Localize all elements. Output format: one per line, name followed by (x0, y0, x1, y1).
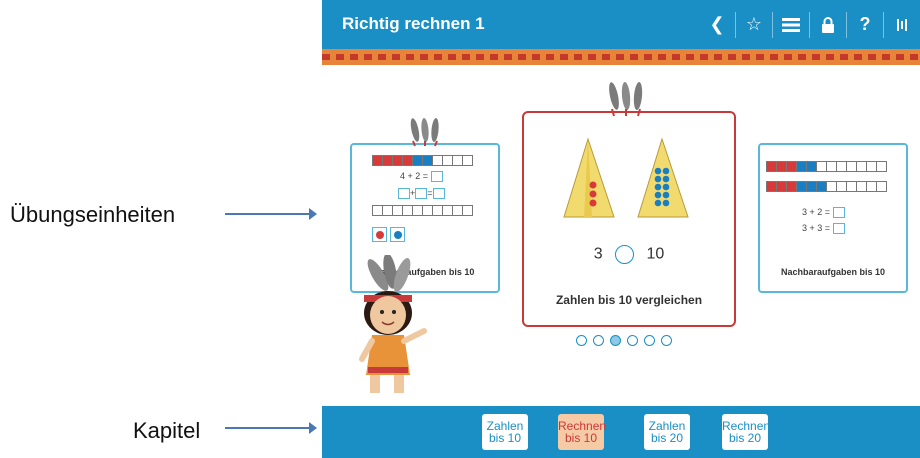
chapter-line2: bis 10 (488, 431, 522, 445)
card-label-center: Zahlen bis 10 vergleichen (555, 293, 703, 307)
back-icon[interactable]: ❮ (699, 0, 735, 49)
app-window: Richtig rechnen 1 ❮ ☆ ? 4 + 2 = + = Taus… (322, 0, 920, 458)
toolbar: ❮ ☆ ? (699, 0, 920, 49)
chapter-bar: Zahlen bis 10 Rechnen bis 10 Zahlen bis … (322, 406, 920, 458)
exercise-area: 4 + 2 = + = Tauschaufgaben bis 10 3 10 Z… (322, 65, 920, 406)
app-title: Richtig rechnen 1 (342, 14, 485, 33)
tipi-illustration-icon (563, 137, 689, 218)
chapter-line2: bis 20 (650, 431, 684, 445)
feathers-icon (410, 118, 439, 147)
counter-chips (372, 227, 405, 242)
page-dot[interactable] (593, 335, 604, 346)
annotation-chapter: Kapitel (133, 418, 201, 443)
right-number: 10 (646, 245, 665, 263)
chapter-line2: bis 10 (564, 431, 598, 445)
equation-left: 4 + 2 = (400, 171, 443, 183)
equation-empty: + = (398, 188, 445, 200)
chapter-button-rechnen-bis-10[interactable]: Rechnen bis 10 (558, 414, 606, 450)
page-dot[interactable] (661, 335, 672, 346)
exercise-card-right[interactable]: 3 + 2 = 3 + 3 = Nachbaraufgaben bis 10 (758, 143, 908, 293)
mascot-character-icon (359, 255, 427, 393)
counting-rack-1 (766, 161, 887, 172)
counting-rack (372, 155, 473, 166)
comparison-row: 3 10 (524, 245, 734, 264)
chapter-line2: bis 20 (728, 431, 762, 445)
arrow-exercises-icon (225, 208, 317, 220)
exercise-card-center[interactable]: 3 10 Zahlen bis 10 vergleichen (522, 111, 736, 327)
arrow-chapter-icon (225, 422, 317, 434)
page-dot[interactable] (627, 335, 638, 346)
chapter-button-zahlen-bis-10[interactable]: Zahlen bis 10 (482, 414, 528, 450)
left-number: 3 (593, 245, 603, 263)
chapter-button-zahlen-bis-20[interactable]: Zahlen bis 20 (644, 414, 690, 450)
comparison-answer-field[interactable] (615, 245, 635, 264)
equation-1: 3 + 2 = (802, 207, 845, 219)
pagination (576, 335, 672, 346)
top-bar: Richtig rechnen 1 ❮ ☆ ? (322, 0, 920, 49)
page-dot[interactable] (644, 335, 655, 346)
counting-rack-empty (372, 205, 473, 216)
page-dot-active[interactable] (610, 335, 621, 346)
equation-2: 3 + 3 = (802, 223, 845, 235)
chapter-button-rechnen-bis-20[interactable]: Rechnen bis 20 (722, 414, 770, 450)
counting-rack-2 (766, 181, 887, 192)
decorative-pattern (322, 54, 920, 60)
feathers-center-icon (609, 82, 643, 117)
page-dot[interactable] (576, 335, 587, 346)
menu-icon[interactable] (773, 0, 809, 49)
lock-icon[interactable] (810, 0, 846, 49)
annotation-exercises: Übungseinheiten (10, 202, 176, 227)
star-icon[interactable]: ☆ (736, 0, 772, 49)
card-label-right: Nachbaraufgaben bis 10 (780, 267, 886, 277)
help-icon[interactable]: ? (847, 0, 883, 49)
settings-icon[interactable] (884, 0, 920, 49)
